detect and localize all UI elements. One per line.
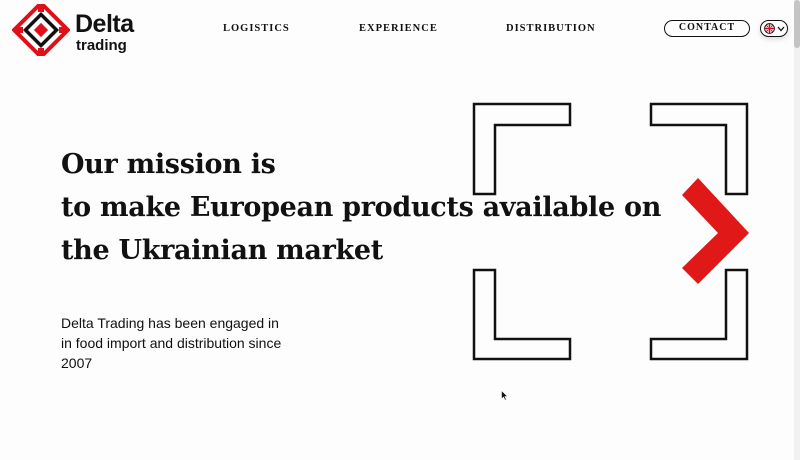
contact-button[interactable]: CONTACT [664, 20, 750, 37]
mission-line: to make European products available on [61, 192, 662, 223]
nav-logistics[interactable]: LOGISTICS [223, 23, 290, 34]
language-switcher[interactable] [760, 20, 788, 37]
description-line: Delta Trading has been engaged in [61, 315, 279, 331]
scrollbar-thumb[interactable] [794, 0, 800, 48]
mission-line: the Ukrainian market [61, 235, 383, 266]
company-description: Delta Trading has been engaged in in foo… [61, 313, 321, 373]
logo-subname: trading [76, 37, 127, 54]
description-line: in food import and distribution since [61, 335, 282, 351]
site-header: Delta trading LOGISTICS EXPERIENCE DISTR… [0, 0, 800, 60]
chevron-down-icon [777, 26, 784, 31]
delta-trading-logo[interactable]: Delta trading [12, 4, 152, 56]
mission-heading: Our mission is to make European products… [61, 143, 661, 272]
mouse-cursor-icon [501, 390, 509, 401]
uk-flag-icon [763, 23, 775, 34]
description-line: 2007 [61, 355, 93, 371]
mission-line: Our mission is [61, 149, 276, 180]
nav-experience[interactable]: EXPERIENCE [359, 23, 438, 34]
logo-mark-icon [12, 4, 70, 56]
nav-distribution[interactable]: DISTRIBUTION [506, 23, 596, 34]
logo-name: Delta [75, 10, 134, 38]
